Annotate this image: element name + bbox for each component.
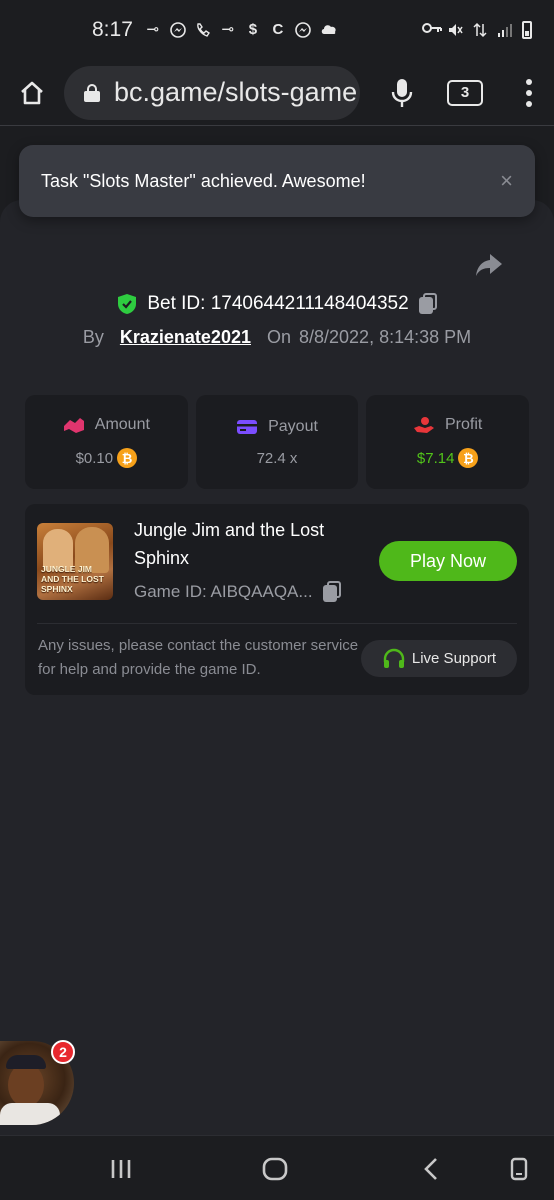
live-support-button[interactable]: Live Support — [361, 640, 517, 677]
rotate-screen-button[interactable] — [494, 1136, 544, 1200]
status-time: 8:17 — [92, 18, 133, 41]
profit-icon — [414, 417, 434, 433]
game-thumbnail[interactable]: JUNGLE JIM AND THE LOST SPHINX — [37, 523, 113, 600]
messenger-icon — [170, 22, 186, 38]
copy-bet-id-button[interactable] — [418, 293, 437, 315]
c-icon: C — [272, 21, 284, 38]
tab-switcher-button[interactable]: 3 — [447, 79, 483, 106]
bitcoin-icon: ₿ — [458, 448, 479, 468]
system-navigation-bar — [0, 1135, 554, 1200]
home-nav-button[interactable] — [250, 1136, 300, 1200]
recent-apps-button[interactable] — [96, 1136, 146, 1200]
dollar-icon: $ — [248, 21, 258, 38]
profit-label: Profit — [445, 416, 483, 433]
achievement-toast: Task "Slots Master" achieved. Awesome! × — [19, 145, 535, 217]
verified-shield-icon — [118, 294, 137, 314]
bet-id: Bet ID: 1740644211148404352 — [147, 293, 409, 314]
url-text: bc.game/slots-game — [114, 77, 358, 107]
voice-search-button[interactable] — [360, 78, 444, 108]
browser-toolbar: bc.game/slots-game 3 — [0, 60, 554, 126]
by-label: By — [82, 326, 104, 347]
home-icon — [21, 81, 43, 104]
copy-game-id-button[interactable] — [322, 581, 341, 603]
missed-call-icon — [195, 22, 211, 38]
signal-icon — [497, 22, 513, 38]
bet-stats: Amount $0.10 ₿ Payout 72.4 x Profit $7.1… — [25, 395, 530, 489]
headset-icon — [383, 648, 405, 668]
amount-icon — [63, 418, 84, 433]
messenger-icon — [295, 22, 311, 38]
share-button[interactable] — [474, 252, 504, 280]
back-button[interactable] — [406, 1136, 456, 1200]
data-icon — [472, 22, 488, 38]
menu-dot-icon — [526, 78, 532, 85]
microphone-icon — [391, 78, 413, 107]
home-circle-icon — [262, 1157, 288, 1180]
payout-label: Payout — [268, 417, 318, 435]
phone-rotate-icon — [510, 1157, 528, 1180]
bet-meta-row: By Krazienate2021 On 8/8/2022, 8:14:38 P… — [0, 324, 554, 350]
payout-value: 72.4 x — [256, 449, 298, 467]
share-icon — [476, 254, 502, 276]
game-thumbnail-title: JUNGLE JIM AND THE LOST SPHINX — [41, 564, 104, 594]
key-icon: ⊸ — [221, 21, 235, 38]
game-card: JUNGLE JIM AND THE LOST SPHINX Jungle Ji… — [25, 504, 529, 695]
amount-label: Amount — [94, 416, 150, 433]
status-bar: 8:17 ⊸ ⊸ $ C — [0, 0, 554, 60]
system-icons — [422, 21, 532, 39]
vpn-key-icon — [422, 22, 442, 38]
game-id-row: Game ID: AIBQAAQA... — [134, 581, 341, 603]
profit-value: $7.14 — [416, 449, 455, 467]
amount-stat: Amount $0.10 ₿ — [25, 395, 188, 489]
player-username-link[interactable]: Krazienate2021 — [120, 327, 251, 348]
lock-icon — [84, 83, 100, 102]
bet-id-row: Bet ID: 1740644211148404352 — [0, 290, 554, 318]
menu-dot-icon — [526, 89, 532, 96]
live-support-label: Live Support — [411, 650, 497, 667]
payout-icon — [237, 419, 258, 434]
support-hint-text: Any issues, please contact the customer … — [38, 637, 359, 678]
profit-stat: Profit $7.14 ₿ — [366, 395, 530, 489]
bitcoin-icon: ₿ — [117, 448, 138, 468]
address-bar[interactable]: bc.game/slots-game — [64, 65, 360, 120]
recent-apps-icon — [111, 1159, 131, 1178]
game-id: Game ID: AIBQAAQA... — [134, 582, 313, 601]
home-button[interactable] — [0, 60, 64, 126]
play-now-button[interactable]: Play Now — [379, 541, 517, 581]
menu-dot-icon — [526, 100, 532, 107]
key-icon: ⊸ — [146, 21, 160, 38]
toast-close-button[interactable]: × — [500, 168, 513, 194]
bet-datetime: 8/8/2022, 8:14:38 PM — [299, 326, 472, 347]
battery-icon — [522, 21, 532, 39]
game-title[interactable]: Jungle Jim and the Lost Sphinx — [134, 516, 374, 572]
browser-menu-button[interactable] — [509, 78, 549, 107]
back-icon — [424, 1157, 437, 1180]
divider — [37, 623, 517, 624]
payout-stat: Payout 72.4 x — [195, 395, 359, 489]
on-label: On — [266, 326, 291, 347]
chat-unread-badge: 2 — [51, 1040, 75, 1064]
amount-value: $0.10 — [75, 449, 114, 467]
cloud-icon — [320, 22, 336, 38]
notification-icons: ⊸ ⊸ $ C — [145, 22, 336, 38]
mute-icon — [447, 22, 463, 38]
toast-message: Task "Slots Master" achieved. Awesome! — [41, 170, 366, 191]
